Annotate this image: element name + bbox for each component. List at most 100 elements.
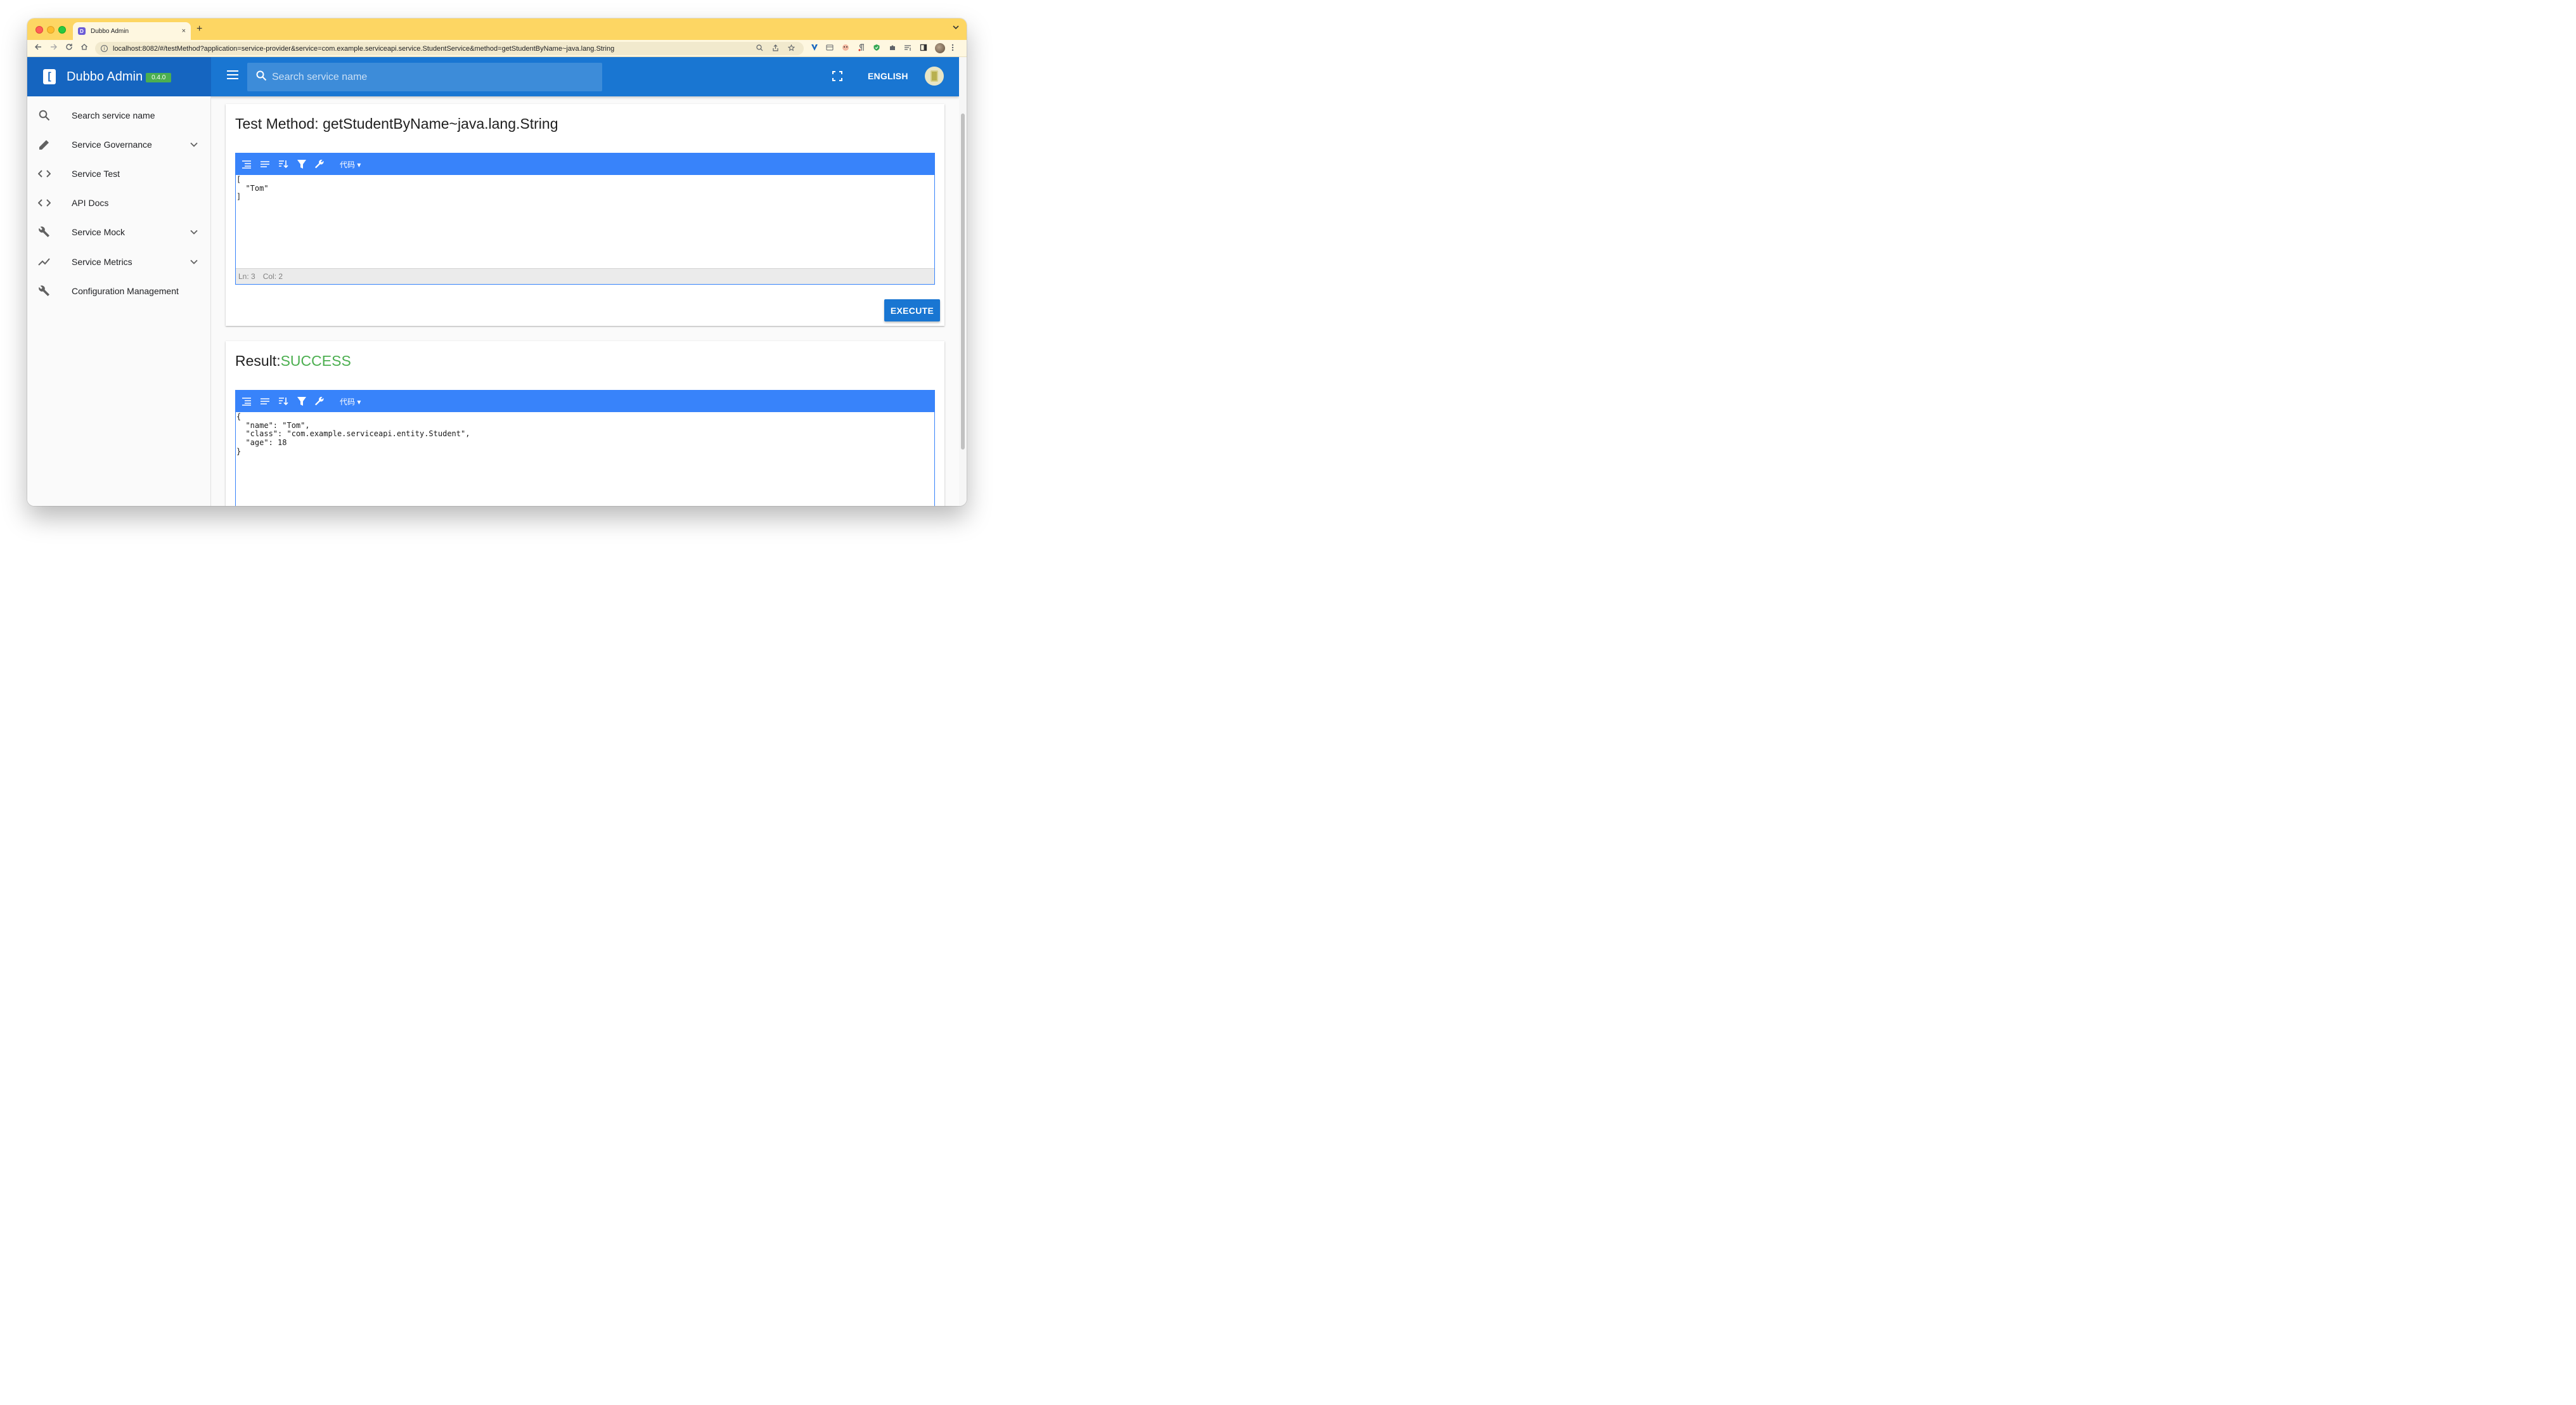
code-icon: [38, 197, 51, 209]
editor-toolbar: 代码 ▾: [236, 391, 934, 412]
sort-icon[interactable]: [278, 159, 289, 170]
extension-face-icon[interactable]: [842, 44, 849, 53]
result-title: Result:SUCCESS: [235, 353, 351, 370]
hamburger-menu-icon[interactable]: [227, 70, 238, 79]
request-code[interactable]: [ "Tom"]: [236, 175, 934, 268]
share-icon[interactable]: [772, 44, 779, 53]
brand[interactable]: [ Dubbo Admin 0.4.0: [27, 57, 211, 96]
extension-window-icon[interactable]: [826, 44, 834, 53]
wrench-icon: [38, 285, 51, 297]
desktop: D Dubbo Admin × + i localhost:8082/#/tes…: [0, 0, 994, 542]
side-panel-icon[interactable]: [920, 44, 927, 53]
status-column: Col: 2: [262, 272, 283, 281]
browser-tab[interactable]: D Dubbo Admin ×: [73, 22, 191, 40]
extension-shield-icon[interactable]: [873, 44, 880, 53]
pencil-icon: [38, 138, 51, 151]
response-json-editor[interactable]: 代码 ▾ { "name": "Tom", "class": "com.exam…: [235, 390, 935, 506]
repair-wrench-icon[interactable]: [314, 396, 326, 407]
status-line: Ln: 3: [238, 272, 255, 281]
sidebar-item-label: Service Metrics: [72, 257, 132, 267]
response-code[interactable]: { "name": "Tom", "class": "com.example.s…: [236, 412, 934, 456]
sidebar-item-api-docs[interactable]: API Docs: [27, 188, 210, 217]
code-line: {: [236, 412, 242, 421]
mode-dropdown[interactable]: 代码 ▾: [340, 396, 361, 407]
sidebar-item-service-metrics[interactable]: Service Metrics: [27, 247, 210, 276]
dubbo-logo-icon: [: [43, 69, 56, 84]
sidebar-item-label: Service Test: [72, 169, 120, 179]
dubbo-admin-app: [ Dubbo Admin 0.4.0 ENGLISH: [27, 57, 959, 506]
sidebar-item-label: Search service name: [72, 110, 155, 120]
fullscreen-icon[interactable]: [832, 71, 842, 81]
reload-icon[interactable]: [65, 43, 73, 53]
search-input[interactable]: [272, 71, 589, 83]
sidebar-item-service-governance[interactable]: Service Governance: [27, 130, 210, 159]
brand-name: Dubbo Admin: [67, 69, 143, 84]
filter-icon[interactable]: [296, 396, 307, 407]
chevron-down-icon[interactable]: [190, 257, 198, 266]
extensions-puzzle-icon[interactable]: [889, 44, 896, 53]
url-text[interactable]: localhost:8082/#/testMethod?application=…: [113, 45, 756, 53]
sidebar-item-label: API Docs: [72, 198, 109, 208]
tab-search-chevron-icon[interactable]: [953, 25, 959, 32]
browser-profile-avatar[interactable]: [935, 43, 945, 53]
code-icon: [38, 167, 51, 180]
format-icon[interactable]: [241, 159, 252, 170]
editor-toolbar: 代码 ▾: [236, 153, 934, 175]
new-tab-button[interactable]: +: [196, 24, 202, 34]
page-scrollbar-thumb[interactable]: [961, 113, 965, 450]
sidebar-item-label: Configuration Management: [72, 286, 179, 296]
chevron-down-icon[interactable]: [190, 228, 198, 236]
tab-close-icon[interactable]: ×: [182, 27, 186, 35]
mode-label: 代码: [340, 397, 356, 406]
compact-icon[interactable]: [259, 159, 271, 170]
code-line: "name": "Tom",: [236, 420, 310, 430]
code-line: "class": "com.example.serviceapi.entity.…: [236, 429, 470, 439]
sidebar-item-configuration-management[interactable]: Configuration Management: [27, 276, 210, 306]
compact-icon[interactable]: [259, 396, 271, 407]
back-icon[interactable]: [34, 43, 42, 53]
site-info-icon[interactable]: i: [101, 45, 108, 52]
user-avatar[interactable]: [925, 67, 944, 86]
browser-window: D Dubbo Admin × + i localhost:8082/#/tes…: [27, 18, 967, 506]
code-line: [: [236, 175, 242, 184]
address-bar[interactable]: i localhost:8082/#/testMethod?applicatio…: [95, 42, 804, 55]
mode-dropdown[interactable]: 代码 ▾: [340, 159, 361, 170]
sidebar: Search service name Service Governance S…: [27, 96, 211, 506]
sidebar-item-search[interactable]: Search service name: [27, 101, 210, 130]
home-icon[interactable]: [80, 43, 88, 53]
language-button[interactable]: ENGLISH: [868, 71, 908, 81]
code-line: "Tom": [236, 183, 269, 193]
browser-menu-icon[interactable]: [951, 44, 954, 53]
code-line: "age": 18: [236, 438, 287, 448]
page-title: Test Method: getStudentByName~java.lang.…: [235, 115, 558, 132]
global-search[interactable]: [247, 63, 602, 91]
execute-button[interactable]: EXECUTE: [884, 299, 940, 321]
filter-icon[interactable]: [296, 159, 307, 170]
editor-status-bar: Ln: 3 Col: 2: [236, 268, 934, 284]
bookmark-star-icon[interactable]: [787, 44, 795, 53]
main-content: Test Method: getStudentByName~java.lang.…: [211, 96, 959, 506]
app-bar: [ Dubbo Admin 0.4.0 ENGLISH: [27, 57, 959, 96]
request-json-editor[interactable]: 代码 ▾ [ "Tom"] Ln: 3 Col: 2: [235, 153, 935, 285]
sidebar-item-service-test[interactable]: Service Test: [27, 159, 210, 188]
search-icon: [256, 70, 267, 84]
format-icon[interactable]: [241, 396, 252, 407]
tab-strip: D Dubbo Admin × +: [27, 18, 967, 40]
repair-wrench-icon[interactable]: [314, 159, 326, 170]
dubbo-favicon-icon: D: [78, 27, 86, 35]
sidebar-item-label: Service Mock: [72, 227, 126, 237]
chevron-down-icon[interactable]: [190, 140, 198, 149]
sort-icon[interactable]: [278, 396, 289, 407]
trending-up-icon: [38, 256, 51, 268]
result-label: Result:: [235, 353, 281, 369]
forward-icon[interactable]: [50, 43, 58, 53]
vuetify-extension-icon[interactable]: [811, 44, 818, 53]
reading-list-icon[interactable]: [904, 44, 911, 53]
minimize-window-button[interactable]: [47, 26, 55, 34]
extension-paragraph-icon[interactable]: [858, 44, 865, 53]
maximize-window-button[interactable]: [58, 26, 66, 34]
close-window-button[interactable]: [35, 26, 43, 34]
code-line: ]: [236, 192, 242, 202]
zoom-icon[interactable]: [756, 44, 763, 53]
sidebar-item-service-mock[interactable]: Service Mock: [27, 217, 210, 247]
